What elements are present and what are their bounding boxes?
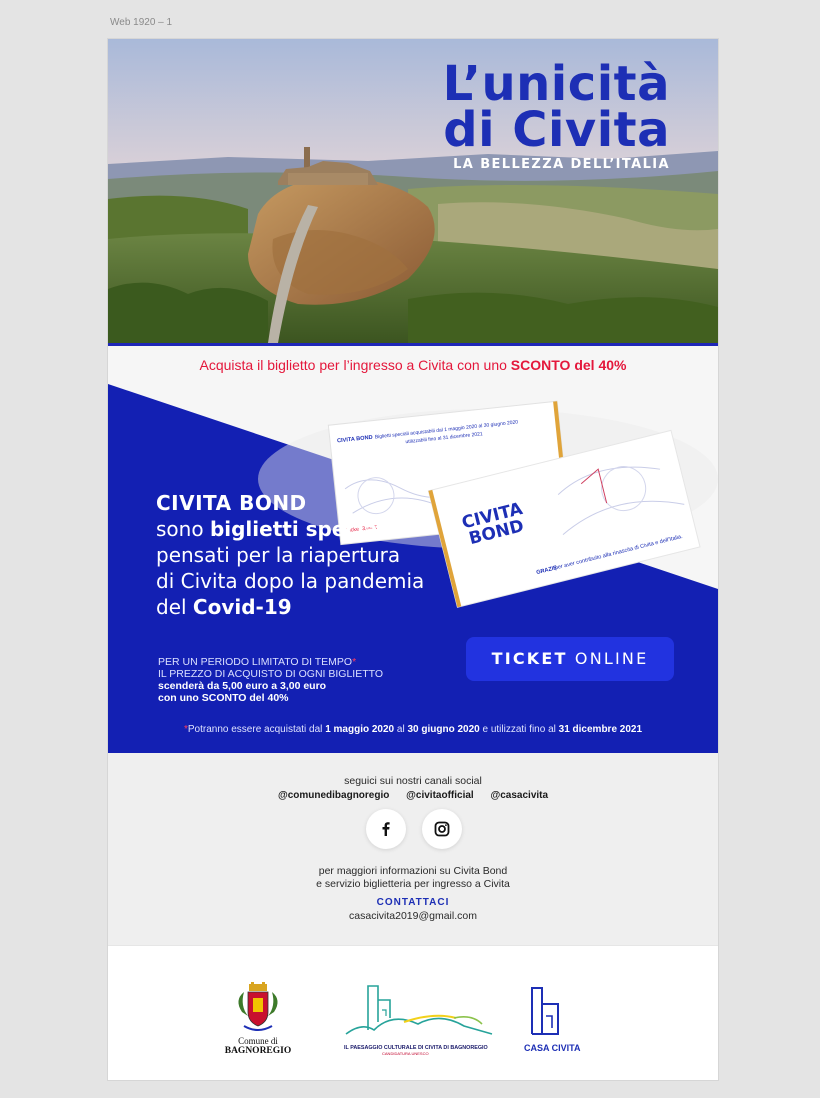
footnote-text-2: al bbox=[394, 724, 408, 735]
comune-coat-of-arms-icon bbox=[238, 982, 278, 1031]
facebook-icon bbox=[382, 822, 390, 836]
period-line-4: con uno SCONTO del 40% bbox=[158, 692, 289, 704]
info-line-2: e servizio biglietteria per ingresso a C… bbox=[316, 878, 510, 890]
instagram-icon bbox=[434, 821, 450, 837]
follow-us-text: seguici sui nostri canali social bbox=[344, 775, 482, 787]
ticket-online-button[interactable]: TICKET ONLINE bbox=[466, 637, 674, 681]
period-asterisk: * bbox=[352, 656, 357, 668]
period-line-1-text: PER UN PERIODO LIMITATO DI TEMPO bbox=[158, 656, 353, 668]
paesaggio-landscape-icon bbox=[345, 985, 493, 1035]
civita-bond-title: CIVITA BOND bbox=[156, 491, 307, 515]
footnote-date-3: 31 dicembre 2021 bbox=[558, 724, 643, 735]
handle-comune[interactable]: @comunedibagnoregio bbox=[278, 790, 389, 801]
hero-title-line-1: L’unicità bbox=[442, 56, 670, 112]
handle-civita[interactable]: @civitaofficial bbox=[406, 790, 474, 801]
bond-line-4-pre: del bbox=[156, 595, 193, 619]
civita-bond-description: CIVITA BOND sono biglietti speciali pens… bbox=[156, 490, 424, 620]
artboard-label: Web 1920 – 1 bbox=[110, 17, 173, 28]
handle-casacivita[interactable]: @casacivita bbox=[490, 790, 548, 801]
social-contact-section: seguici sui nostri canali social @comune… bbox=[108, 753, 718, 945]
limited-time-offer: PER UN PERIODO LIMITATO DI TEMPO* IL PRE… bbox=[158, 656, 383, 704]
ticket-online-button-bold: TICKET bbox=[491, 649, 568, 668]
comune-caption-2: BAGNOREGIO bbox=[220, 1046, 296, 1056]
hero-title-line-2: di Civita bbox=[443, 102, 670, 158]
footnote-date-2: 30 giugno 2020 bbox=[407, 724, 480, 735]
bond-line-4: del Covid-19 bbox=[156, 594, 424, 620]
paesaggio-culturale-logo: IL PAESAGGIO CULTURALE DI CIVITA DI BAGN… bbox=[344, 982, 494, 1056]
social-handles: @comunedibagnoregio @civitaofficial @cas… bbox=[108, 790, 718, 801]
contact-link[interactable]: CONTATTACI bbox=[108, 897, 718, 908]
period-line-3: scenderà da 5,00 euro a 3,00 euro bbox=[158, 680, 327, 692]
comune-bagnoregio-logo: Comune di BAGNOREGIO bbox=[220, 982, 296, 1056]
purchase-footnote: *Potranno essere acquistati dal 1 maggio… bbox=[108, 724, 718, 735]
facebook-button[interactable] bbox=[366, 809, 406, 849]
info-line-1: per maggiori informazioni su Civita Bond bbox=[318, 865, 508, 877]
contact-email[interactable]: casacivita2019@gmail.com bbox=[108, 910, 718, 922]
discount-highlight: SCONTO del 40% bbox=[510, 357, 627, 373]
hero-title: L’unicità di Civita bbox=[442, 56, 670, 158]
bond-line-2: pensati per la riapertura bbox=[156, 543, 401, 567]
hero-banner: L’unicità di Civita LA BELLEZZA DELL’ITA… bbox=[108, 39, 718, 343]
casa-civita-caption: CASA CIVITA bbox=[524, 1043, 581, 1053]
comune-caption-1: Comune di bbox=[238, 1036, 278, 1046]
period-line-1: PER UN PERIODO LIMITATO DI TEMPO* bbox=[158, 656, 383, 668]
ticket-online-button-rest: ONLINE bbox=[567, 649, 649, 668]
footnote-text-3: e utilizzati fino al bbox=[479, 724, 559, 735]
bond-line-1-bold: biglietti speciali bbox=[209, 517, 392, 541]
hero-subtitle: LA BELLEZZA DELL’ITALIA bbox=[453, 157, 670, 172]
social-icons bbox=[366, 809, 462, 849]
casa-civita-logo: CASA CIVITA bbox=[524, 984, 588, 1053]
footnote-text-1: Potranno essere acquistati dal bbox=[187, 724, 326, 735]
discount-headline-text: Acquista il biglietto per l’ingresso a C… bbox=[199, 357, 511, 373]
instagram-button[interactable] bbox=[422, 809, 462, 849]
partner-logos: Comune di BAGNOREGIO IL PAESAGGIO CULTUR… bbox=[108, 945, 718, 1080]
paesaggio-subcaption: CANDIDATURA UNESCO bbox=[382, 1051, 429, 1056]
bond-line-1-pre: sono bbox=[156, 517, 210, 541]
email-artboard: L’unicità di Civita LA BELLEZZA DELL’ITA… bbox=[108, 39, 718, 1080]
info-text: per maggiori informazioni su Civita Bond… bbox=[108, 865, 718, 891]
footnote-date-1: 1 maggio 2020 bbox=[325, 724, 395, 735]
discount-headline: Acquista il biglietto per l’ingresso a C… bbox=[108, 346, 718, 384]
bond-line-4-bold: Covid-19 bbox=[192, 595, 292, 619]
bond-line-3: di Civita dopo la pandemia bbox=[156, 569, 425, 593]
civita-bond-section: CIVITA BOND Biglietti speciali acquistab… bbox=[108, 384, 718, 753]
casa-civita-building-icon bbox=[531, 987, 559, 1035]
period-line-2: IL PREZZO DI ACQUISTO DI OGNI BIGLIETTO bbox=[158, 668, 384, 680]
comune-caption-2-bold: BAGNOREGIO bbox=[224, 1046, 292, 1056]
bond-line-1: sono biglietti speciali bbox=[156, 516, 424, 542]
